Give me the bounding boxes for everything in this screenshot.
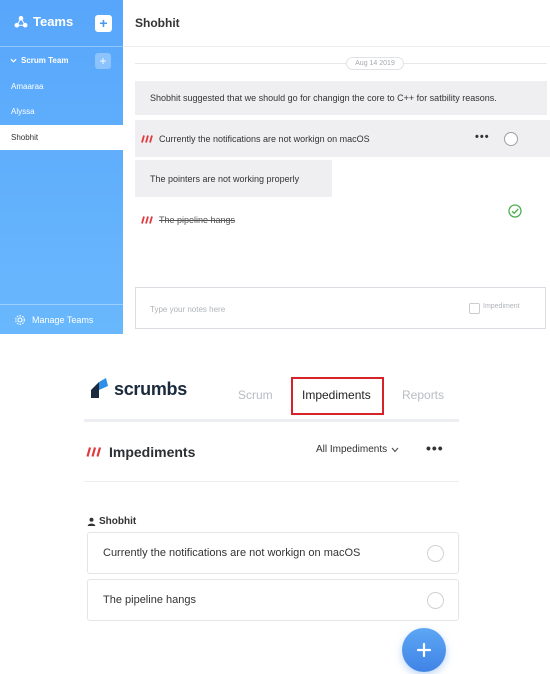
gear-icon <box>15 314 25 325</box>
filter-label: All Impediments <box>316 444 388 455</box>
notes-input[interactable] <box>150 302 450 316</box>
sidebar-item-amaaraa[interactable]: Amaaraa <box>0 74 123 99</box>
notes-composer: Impediment <box>135 287 546 329</box>
person-group-header: Shobhit <box>87 516 136 527</box>
impediment-slashes-icon <box>141 134 153 143</box>
add-team-button[interactable]: + <box>95 15 112 32</box>
sidebar: Teams + Scrum Team + Amaaraa Alyssa Shob… <box>0 0 123 334</box>
impediment-slashes-icon <box>86 447 102 457</box>
teams-app-window: Teams + Scrum Team + Amaaraa Alyssa Shob… <box>0 0 550 334</box>
active-tab-highlight <box>291 377 384 415</box>
logo-text: scrumbs <box>114 378 187 399</box>
chevron-down-icon <box>391 447 399 452</box>
scrumbs-logo-icon <box>91 378 108 398</box>
impediments-filter-dropdown[interactable]: All Impediments <box>316 444 399 455</box>
add-impediment-button[interactable] <box>402 628 446 672</box>
teams-icon <box>14 15 28 27</box>
sidebar-divider <box>0 46 123 47</box>
resolve-toggle[interactable] <box>427 592 444 609</box>
date-badge: Aug 14 2019 <box>346 57 404 70</box>
team-group-name: Scrum Team <box>21 56 69 65</box>
person-icon <box>87 517 96 526</box>
chat-panel: Shobhit Aug 14 2019 Shobhit suggested th… <box>123 0 550 334</box>
tab-scrum[interactable]: Scrum <box>238 388 273 402</box>
impediment-slashes-icon <box>141 216 153 224</box>
resolve-toggle[interactable] <box>504 132 518 146</box>
note-entry[interactable]: Shobhit suggested that we should go for … <box>135 81 547 115</box>
impediment-card-text: Currently the notifications are not work… <box>103 547 361 559</box>
impediments-header: Impediments <box>86 444 195 460</box>
brand: Teams <box>14 14 73 29</box>
impediment-checkbox[interactable] <box>469 303 480 314</box>
more-options-button[interactable]: ••• <box>426 440 444 456</box>
scrumbs-window: scrumbs Scrum Impediments Reports Impedi… <box>0 334 550 674</box>
impediment-card[interactable]: The pipeline hangs <box>87 579 459 621</box>
manage-teams-label: Manage Teams <box>32 314 94 325</box>
impediment-checkbox-label: Impediment <box>483 303 520 310</box>
impediment-text: The pipeline hangs <box>159 215 236 225</box>
sidebar-item-shobhit[interactable]: Shobhit <box>0 125 123 150</box>
person-name: Shobhit <box>99 516 137 527</box>
more-options-button[interactable]: ••• <box>475 131 490 143</box>
page-title: Shobhit <box>135 16 180 30</box>
page-title: Impediments <box>109 444 196 460</box>
date-divider <box>135 63 547 64</box>
plus-icon <box>416 642 432 658</box>
resolve-toggle[interactable] <box>427 545 444 562</box>
header-divider <box>123 46 550 47</box>
add-member-button[interactable]: + <box>95 53 111 69</box>
impediment-card-text: The pipeline hangs <box>103 594 196 606</box>
check-circle-icon[interactable] <box>508 204 522 218</box>
tabs-underline <box>84 419 459 422</box>
section-divider <box>84 481 459 482</box>
sidebar-item-alyssa[interactable]: Alyssa <box>0 99 123 124</box>
logo: scrumbs <box>90 378 187 400</box>
chevron-down-icon <box>10 58 17 63</box>
team-group-header[interactable]: Scrum Team <box>10 56 68 65</box>
impediment-card[interactable]: Currently the notifications are not work… <box>87 532 459 574</box>
sidebar-title: Teams <box>33 14 74 29</box>
impediment-entry[interactable]: The pipeline hangs <box>135 212 435 228</box>
tab-reports[interactable]: Reports <box>402 388 444 402</box>
note-entry[interactable]: The pointers are not working properly <box>135 160 332 197</box>
impediment-text: Currently the notifications are not work… <box>159 133 370 144</box>
manage-teams-button[interactable]: Manage Teams <box>0 304 123 334</box>
